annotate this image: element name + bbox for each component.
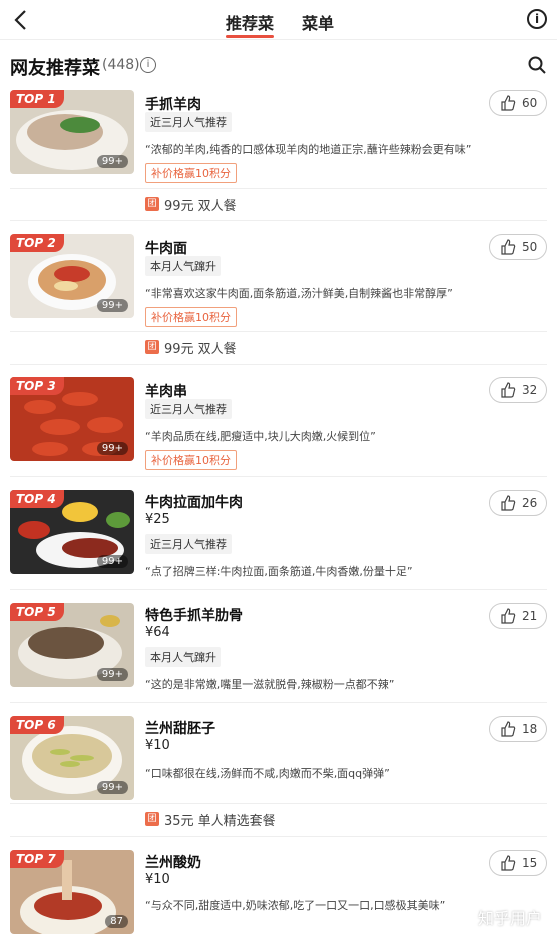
set-meal-text: 99元 双人餐 [164, 342, 237, 357]
dish-price: ¥10 [145, 738, 170, 753]
set-meal-row[interactable]: 团 35元 单人精选套餐 [0, 804, 557, 834]
like-button[interactable]: 21 [489, 603, 547, 629]
thumbs-up-icon [501, 495, 516, 511]
dish-price: ¥64 [145, 625, 170, 640]
like-button[interactable]: 32 [489, 377, 547, 403]
dish-photo[interactable]: TOP 5 99+ [10, 603, 134, 687]
rank-badge: TOP 5 [10, 603, 64, 621]
dish-photo[interactable]: TOP 7 87 [10, 850, 134, 934]
like-count: 21 [522, 609, 538, 623]
dish-photo[interactable]: TOP 4 99+ [10, 490, 134, 574]
like-count: 26 [522, 496, 538, 510]
divider [10, 836, 547, 837]
thumbs-up-icon [501, 239, 516, 255]
dish-tag: 近三月人气推荐 [145, 399, 232, 419]
rank-badge: TOP 4 [10, 490, 64, 508]
dish-tag: 近三月人气推荐 [145, 534, 232, 554]
dish-photo[interactable]: TOP 1 99+ [10, 90, 134, 174]
set-meal-row[interactable]: 团 99元 双人餐 [0, 332, 557, 362]
like-count: 60 [522, 96, 538, 110]
top-bar: 推荐菜 菜单 i [0, 0, 557, 40]
promo-link[interactable]: 补价格赢10积分 [145, 307, 237, 327]
dish-tag: 近三月人气推荐 [145, 112, 232, 132]
set-meal-icon: 团 [145, 340, 159, 354]
search-icon[interactable] [527, 55, 547, 75]
divider [10, 220, 547, 221]
photo-count: 87 [105, 915, 128, 928]
like-button[interactable]: 15 [489, 850, 547, 876]
section-count: (448) [102, 57, 140, 73]
rank-badge: TOP 1 [10, 90, 64, 108]
set-meal-text: 99元 双人餐 [164, 199, 237, 214]
tab-recommended[interactable]: 推荐菜 [226, 10, 275, 38]
dish-tag: 本月人气蹿升 [145, 256, 221, 276]
dish-tag: 本月人气蹿升 [145, 647, 221, 667]
section-header: 网友推荐菜 (448) i [0, 40, 557, 88]
like-button[interactable]: 26 [489, 490, 547, 516]
promo-link[interactable]: 补价格赢10积分 [145, 450, 237, 470]
info-icon[interactable]: i [527, 9, 547, 29]
dish-name: 特色手抓羊肋骨 [145, 608, 243, 624]
section-title: 网友推荐菜 [10, 58, 100, 79]
like-count: 15 [522, 856, 538, 870]
dish-quote: “浓郁的羊肉,纯香的口感体现羊肉的地道正宗,蘸许些辣粉会更有味” [145, 143, 472, 156]
photo-count: 99+ [96, 442, 128, 455]
thumbs-up-icon [501, 855, 516, 871]
photo-count: 99+ [96, 781, 128, 794]
dish-photo[interactable]: TOP 2 99+ [10, 234, 134, 318]
tab-menu[interactable]: 菜单 [302, 10, 334, 34]
dish-quote: “口味都很在线,汤鲜而不咸,肉嫩而不柴,面qq弹弹” [145, 767, 390, 780]
rank-badge: TOP 7 [10, 850, 64, 868]
watermark: 知乎用户 [477, 909, 542, 928]
like-count: 50 [522, 240, 538, 254]
thumbs-up-icon [501, 721, 516, 737]
like-button[interactable]: 50 [489, 234, 547, 260]
dish-name: 牛肉拉面加牛肉 [145, 495, 243, 511]
promo-link[interactable]: 补价格赢10积分 [145, 163, 237, 183]
thumbs-up-icon [501, 382, 516, 398]
dish-price: ¥10 [145, 872, 170, 887]
rank-badge: TOP 6 [10, 716, 64, 734]
divider [10, 476, 547, 477]
thumbs-up-icon [501, 608, 516, 624]
like-count: 18 [522, 722, 538, 736]
back-arrow-icon[interactable] [10, 8, 34, 32]
set-meal-text: 35元 单人精选套餐 [164, 814, 276, 829]
rank-badge: TOP 2 [10, 234, 64, 252]
divider [10, 589, 547, 590]
dish-quote: “非常喜欢这家牛肉面,面条筋道,汤汁鲜美,自制辣酱也非常醇厚” [145, 287, 453, 300]
dish-quote: “与众不同,甜度适中,奶味浓郁,吃了一口又一口,口感极其美味” [145, 899, 446, 912]
rank-badge: TOP 3 [10, 377, 64, 395]
section-info-icon[interactable]: i [140, 57, 156, 73]
dish-photo[interactable]: TOP 3 99+ [10, 377, 134, 461]
dish-name: 牛肉面 [145, 241, 187, 257]
divider [10, 364, 547, 365]
thumbs-up-icon [501, 95, 516, 111]
dish-name: 手抓羊肉 [145, 97, 201, 113]
dish-name: 兰州甜胚子 [145, 721, 215, 737]
dish-photo[interactable]: TOP 6 99+ [10, 716, 134, 800]
set-meal-row[interactable]: 团 99元 双人餐 [0, 189, 557, 219]
dish-quote: “这的是非常嫩,嘴里一滋就脱骨,辣椒粉一点都不辣” [145, 678, 395, 691]
photo-count: 99+ [96, 555, 128, 568]
photo-count: 99+ [96, 155, 128, 168]
like-button[interactable]: 60 [489, 90, 547, 116]
dish-name: 兰州酸奶 [145, 855, 201, 871]
like-count: 32 [522, 383, 538, 397]
photo-count: 99+ [96, 668, 128, 681]
set-meal-icon: 团 [145, 197, 159, 211]
like-button[interactable]: 18 [489, 716, 547, 742]
photo-count: 99+ [96, 299, 128, 312]
set-meal-icon: 团 [145, 812, 159, 826]
divider [10, 702, 547, 703]
dish-price: ¥25 [145, 512, 170, 527]
dish-quote: “羊肉品质在线,肥瘦适中,块儿大肉嫩,火候到位” [145, 430, 376, 443]
dish-quote: “点了招牌三样:牛肉拉面,面条筋道,牛肉香嫩,份量十足” [145, 565, 413, 578]
dish-name: 羊肉串 [145, 384, 187, 400]
